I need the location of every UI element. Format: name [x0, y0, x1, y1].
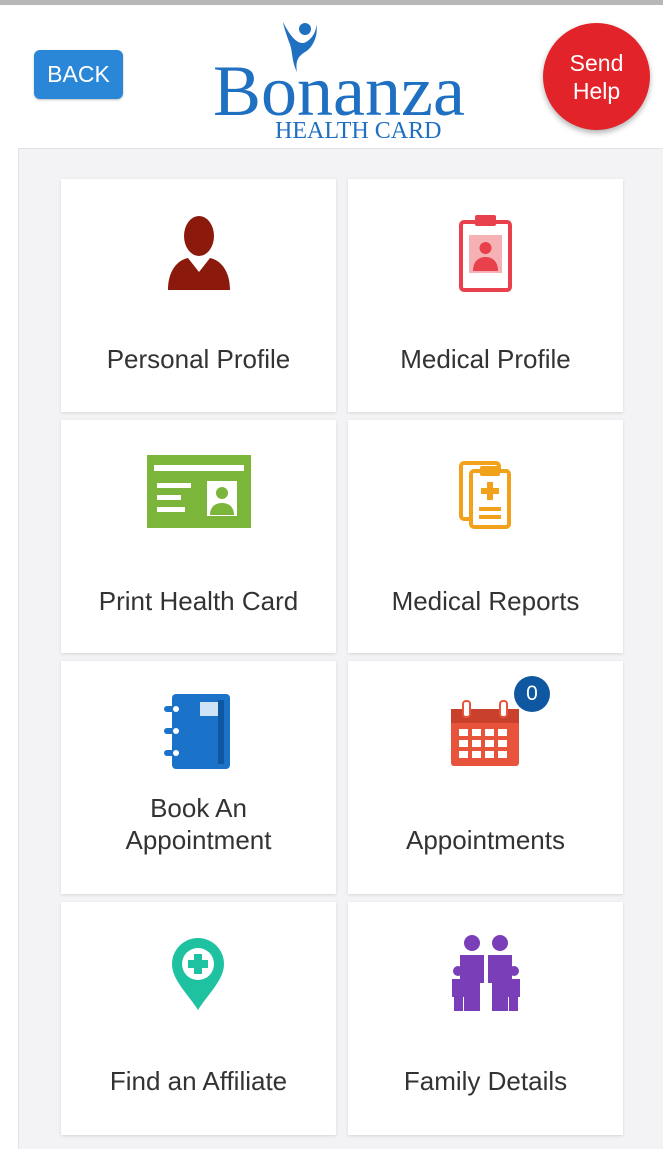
tile-personal-profile[interactable]: Personal Profile — [61, 179, 336, 412]
tile-family-details[interactable]: Family Details — [348, 902, 623, 1135]
send-help-line1: Send — [569, 49, 624, 76]
notebook-icon — [164, 694, 230, 769]
tile-label: Print Health Card — [98, 586, 299, 616]
location-pin-icon — [172, 938, 224, 1010]
tile-label: Find an Affiliate — [109, 1066, 288, 1096]
logo-subtitle: HEALTH CARD — [275, 118, 441, 142]
tile-label-line2: Appointment — [125, 825, 272, 855]
tile-medical-reports[interactable]: Medical Reports — [348, 420, 623, 653]
back-button[interactable]: BACK — [34, 50, 123, 99]
tile-label: Personal Profile — [106, 344, 291, 374]
tile-print-health-card[interactable]: Print Health Card — [61, 420, 336, 653]
tile-label-line1: Book An — [150, 793, 247, 823]
header: BACK Bonanza HEALTH CARD Send Help — [0, 5, 663, 145]
tile-label: Appointments — [406, 825, 565, 855]
medical-report-icon — [459, 461, 511, 529]
tile-label: Family Details — [403, 1066, 568, 1096]
tile-book-appointment[interactable]: Book An Appointment — [61, 661, 336, 894]
tile-label: Medical Profile — [400, 344, 571, 374]
tile-find-affiliate[interactable]: Find an Affiliate — [61, 902, 336, 1135]
send-help-line2: Help — [572, 77, 621, 104]
id-card-icon — [147, 455, 251, 528]
bonanza-logo: Bonanza HEALTH CARD — [213, 22, 465, 142]
tile-label: Medical Reports — [391, 586, 580, 616]
person-icon — [168, 216, 230, 290]
appointments-count-badge: 0 — [514, 676, 550, 712]
clipboard-profile-icon — [459, 215, 512, 292]
calendar-icon — [451, 700, 519, 766]
family-icon — [452, 935, 520, 1011]
tile-medical-profile[interactable]: Medical Profile — [348, 179, 623, 412]
send-help-button[interactable]: Send Help — [543, 23, 650, 130]
tile-appointments[interactable]: Appointments — [348, 661, 623, 894]
